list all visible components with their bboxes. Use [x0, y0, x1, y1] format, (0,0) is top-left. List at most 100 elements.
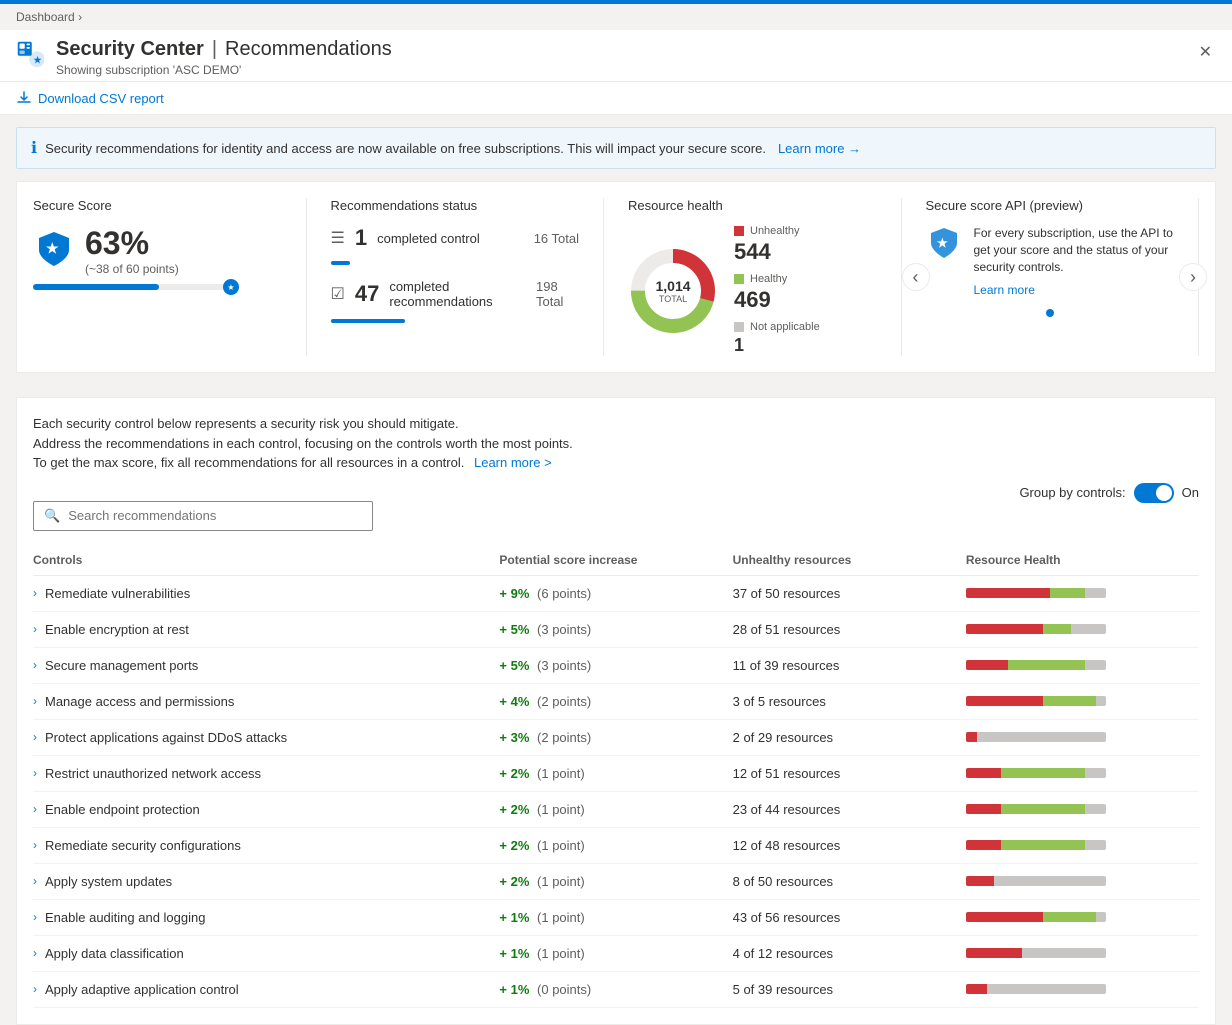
health-bar	[966, 588, 1106, 598]
controls-learn-more[interactable]: Learn more >	[474, 455, 552, 470]
row-name: Secure management ports	[45, 658, 198, 673]
api-learn-more[interactable]: Learn more	[974, 283, 1175, 297]
row-expand-icon[interactable]: ›	[33, 802, 37, 816]
row-expand-icon[interactable]: ›	[33, 658, 37, 672]
close-button[interactable]: ✕	[1195, 38, 1216, 66]
toolbar: Download CSV report	[0, 82, 1232, 115]
row-expand-icon[interactable]: ›	[33, 694, 37, 708]
health-bar	[966, 696, 1106, 706]
row-name: Enable encryption at rest	[45, 622, 189, 637]
health-green	[1001, 768, 1085, 778]
row-expand-icon[interactable]: ›	[33, 838, 37, 852]
score-sub: (1 point)	[537, 802, 585, 817]
rec-check-icon: ☑	[331, 284, 345, 304]
score-sub: (6 points)	[537, 586, 591, 601]
download-label: Download CSV report	[38, 91, 164, 106]
row-unhealthy: 12 of 48 resources	[733, 838, 966, 853]
health-gray	[1096, 912, 1106, 922]
table-row[interactable]: › Manage access and permissions + 4% (2 …	[33, 684, 1199, 720]
table-row[interactable]: › Restrict unauthorized network access +…	[33, 756, 1199, 792]
health-gray	[987, 984, 1106, 994]
row-expand-icon[interactable]: ›	[33, 874, 37, 888]
row-unhealthy: 37 of 50 resources	[733, 586, 966, 601]
row-score: + 4% (2 points)	[499, 694, 732, 709]
row-unhealthy: 43 of 56 resources	[733, 910, 966, 925]
download-icon	[16, 90, 32, 106]
row-expand-icon[interactable]: ›	[33, 910, 37, 924]
health-red	[966, 696, 1043, 706]
breadcrumb-dashboard[interactable]: Dashboard	[16, 10, 75, 24]
row-name: Protect applications against DDoS attack…	[45, 730, 287, 745]
download-csv-button[interactable]: Download CSV report	[16, 90, 164, 106]
group-toggle-switch[interactable]	[1134, 483, 1174, 503]
row-score: + 2% (1 point)	[499, 874, 732, 889]
secure-score-card: Secure Score ★ 63% (~38 of 60 points)	[33, 198, 307, 356]
table-row[interactable]: › Apply adaptive application control + 1…	[33, 972, 1199, 1008]
controls-section: Each security control below represents a…	[16, 397, 1216, 1025]
secure-score-display: ★ 63% (~38 of 60 points)	[33, 225, 282, 276]
table-row[interactable]: › Apply system updates + 2% (1 point) 8 …	[33, 864, 1199, 900]
score-subtitle: (~38 of 60 points)	[85, 262, 179, 276]
health-red	[966, 768, 1001, 778]
api-card: Secure score API (preview) ★ For every s…	[902, 198, 1200, 356]
row-health	[966, 660, 1199, 670]
search-bar[interactable]: 🔍	[33, 501, 373, 531]
carousel-prev-button[interactable]: ‹	[902, 263, 930, 291]
row-name: Remediate security configurations	[45, 838, 241, 853]
row-health	[966, 588, 1199, 598]
cards-section: Secure Score ★ 63% (~38 of 60 points) Re…	[16, 181, 1216, 373]
table-row[interactable]: › Protect applications against DDoS atta…	[33, 720, 1199, 756]
health-gray	[977, 732, 1106, 742]
col-health-header: Resource Health	[966, 553, 1199, 567]
healthy-legend-dot	[734, 274, 744, 284]
donut-container: 1,014 TOTAL Unhealthy 544 Healthy 469 No…	[628, 225, 877, 356]
banner-text: Security recommendations for identity an…	[45, 141, 766, 156]
table-row[interactable]: › Enable encryption at rest + 5% (3 poin…	[33, 612, 1199, 648]
row-score: + 5% (3 points)	[499, 622, 732, 637]
health-red	[966, 876, 994, 886]
header-titles: Security Center | Recommendations Showin…	[56, 38, 1195, 77]
banner-learn-more[interactable]: Learn more →	[778, 141, 861, 156]
health-bar	[966, 768, 1106, 778]
rec-label-1: completed control	[377, 231, 480, 246]
row-expand-icon[interactable]: ›	[33, 730, 37, 744]
title-recommendations: Recommendations	[225, 38, 392, 61]
carousel-next-button[interactable]: ›	[1179, 263, 1207, 291]
row-expand-icon[interactable]: ›	[33, 766, 37, 780]
row-unhealthy: 11 of 39 resources	[733, 658, 966, 673]
score-bold: + 5%	[499, 622, 529, 637]
health-green	[1050, 588, 1085, 598]
desc2-text: Address the recommendations in each cont…	[33, 436, 573, 451]
row-unhealthy: 8 of 50 resources	[733, 874, 966, 889]
healthy-value: 469	[734, 287, 820, 313]
health-red	[966, 804, 1001, 814]
row-unhealthy: 4 of 12 resources	[733, 946, 966, 961]
row-expand-icon[interactable]: ›	[33, 586, 37, 600]
table-row[interactable]: › Remediate security configurations + 2%…	[33, 828, 1199, 864]
table-row[interactable]: › Enable auditing and logging + 1% (1 po…	[33, 900, 1199, 936]
security-center-icon: ★	[16, 40, 44, 71]
row-name: Apply adaptive application control	[45, 982, 239, 997]
api-shield-icon: ★	[926, 225, 962, 261]
score-bold: + 9%	[499, 586, 529, 601]
health-red	[966, 948, 1022, 958]
table-header: Controls Potential score increase Unheal…	[33, 545, 1199, 576]
table-row[interactable]: › Remediate vulnerabilities + 9% (6 poin…	[33, 576, 1199, 612]
row-score: + 3% (2 points)	[499, 730, 732, 745]
row-expand-icon[interactable]: ›	[33, 946, 37, 960]
title-separator: |	[212, 38, 217, 61]
breadcrumb[interactable]: Dashboard ›	[0, 4, 1232, 30]
healthy-legend-label: Healthy	[750, 273, 787, 285]
row-health	[966, 624, 1199, 634]
health-red	[966, 984, 987, 994]
search-input[interactable]	[68, 508, 362, 523]
row-expand-icon[interactable]: ›	[33, 982, 37, 996]
desc1-text: Each security control below represents a…	[33, 416, 459, 431]
secure-score-title: Secure Score	[33, 198, 282, 213]
table-row[interactable]: › Apply data classification + 1% (1 poin…	[33, 936, 1199, 972]
score-bold: + 1%	[499, 910, 529, 925]
row-expand-icon[interactable]: ›	[33, 622, 37, 636]
table-row[interactable]: › Secure management ports + 5% (3 points…	[33, 648, 1199, 684]
resource-health-card: Resource health 1,014 TOTAL Unhea	[604, 198, 902, 356]
table-row[interactable]: › Enable endpoint protection + 2% (1 poi…	[33, 792, 1199, 828]
